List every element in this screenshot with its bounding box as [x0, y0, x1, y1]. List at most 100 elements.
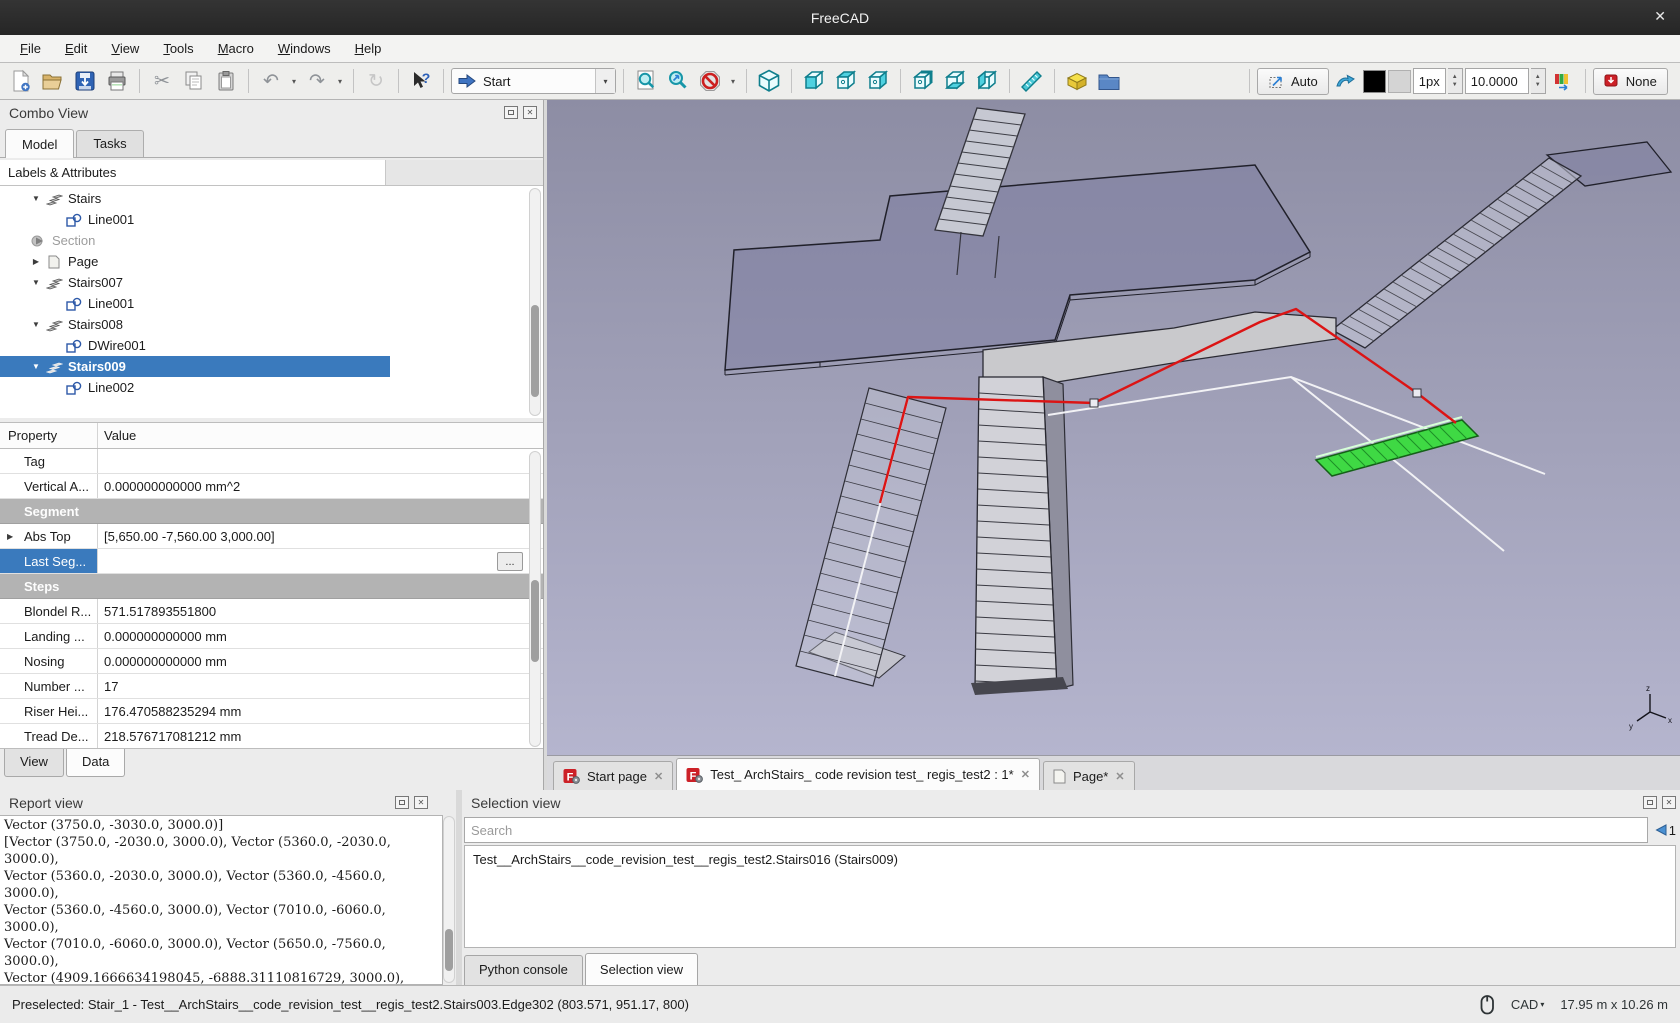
- property-scrollbar[interactable]: [529, 451, 541, 747]
- tree-item-line001b[interactable]: Line001: [0, 293, 390, 314]
- property-row-last-segment[interactable]: Last Seg......: [0, 549, 543, 574]
- menu-help[interactable]: Help: [343, 37, 394, 60]
- window-close-icon[interactable]: ✕: [1654, 8, 1666, 25]
- view-left-button[interactable]: [972, 67, 1002, 96]
- menu-windows[interactable]: Windows: [266, 37, 343, 60]
- line-width-spinner[interactable]: ▲ ▼: [1447, 68, 1463, 94]
- tab-selection-view[interactable]: Selection view: [584, 953, 699, 985]
- property-scrollbar-thumb[interactable]: [531, 580, 539, 662]
- working-plane-auto-button[interactable]: Auto: [1257, 67, 1329, 95]
- property-row-riser-height[interactable]: Riser Hei... 176.470588235294 mm: [0, 699, 543, 724]
- expander-icon[interactable]: ▶: [28, 257, 44, 266]
- navigation-style-dropdown[interactable]: CAD ▾: [1511, 997, 1544, 1012]
- float-panel-icon[interactable]: [395, 796, 409, 809]
- expander-icon[interactable]: ▼: [28, 194, 44, 203]
- float-panel-icon[interactable]: [504, 106, 518, 119]
- draw-style-dropdown[interactable]: ▾: [727, 77, 739, 86]
- tree-item-line001[interactable]: Line001: [0, 209, 390, 230]
- spin-down-icon[interactable]: ▼: [1452, 81, 1458, 89]
- tab-view[interactable]: View: [4, 749, 64, 777]
- tree-item-page[interactable]: ▶ Page: [0, 251, 390, 272]
- menu-tools[interactable]: Tools: [151, 37, 205, 60]
- model-tree[interactable]: ▼ Stairs Line001 Section ▶ Page ▼ Stairs007…: [0, 186, 543, 418]
- property-row-tag[interactable]: Tag: [0, 449, 543, 474]
- tree-item-line002[interactable]: Line002: [0, 377, 390, 398]
- property-row-abs-top[interactable]: ▶ Abs Top [5,650.00 -7,560.00 3,000.00]: [0, 524, 543, 549]
- property-row-number[interactable]: Number ... 17: [0, 674, 543, 699]
- view-right-button[interactable]: [863, 67, 893, 96]
- arch-component-button[interactable]: [1062, 67, 1092, 96]
- group-folder-button[interactable]: [1094, 67, 1124, 96]
- redo-dropdown[interactable]: ▾: [334, 77, 346, 86]
- global-scale-spinner[interactable]: ▲ ▼: [1530, 68, 1546, 94]
- tree-scrollbar-thumb[interactable]: [531, 305, 539, 397]
- pick-counter[interactable]: 1: [1653, 823, 1676, 838]
- property-row-vertical-area[interactable]: Vertical A... 0.000000000000 mm^2: [0, 474, 543, 499]
- property-row-nosing[interactable]: Nosing 0.000000000000 mm: [0, 649, 543, 674]
- snap-toggle-button[interactable]: [1331, 67, 1361, 96]
- report-view-header[interactable]: Report view ✕: [0, 790, 456, 816]
- property-group-segment[interactable]: Segment: [0, 499, 543, 524]
- menu-edit[interactable]: Edit: [53, 37, 99, 60]
- spin-up-icon[interactable]: ▲: [1452, 73, 1458, 81]
- draw-style-button[interactable]: [695, 67, 725, 96]
- view-bottom-button[interactable]: [940, 67, 970, 96]
- menu-file[interactable]: File: [8, 37, 53, 60]
- tree-item-dwire001[interactable]: DWire001: [0, 335, 390, 356]
- property-row-landing[interactable]: Landing ... 0.000000000000 mm: [0, 624, 543, 649]
- report-scrollbar-thumb[interactable]: [445, 929, 453, 971]
- float-panel-icon[interactable]: [1643, 796, 1657, 809]
- doc-tab-page[interactable]: Page* ✕: [1042, 761, 1135, 790]
- undo-button[interactable]: ↶: [256, 67, 286, 96]
- report-log[interactable]: Vector (3750.0, -3030.0, 3000.0)] [Vecto…: [0, 815, 443, 985]
- central-staircase[interactable]: [971, 376, 1074, 695]
- apply-style-button[interactable]: [1548, 67, 1578, 96]
- property-row-blondel[interactable]: Blondel R... 571.517893551800: [0, 599, 543, 624]
- spin-down-icon[interactable]: ▼: [1535, 81, 1541, 89]
- selection-list-item[interactable]: Test__ArchStairs__code_revision_test__re…: [473, 852, 1667, 867]
- tree-item-stairs[interactable]: ▼ Stairs: [0, 188, 390, 209]
- expander-icon[interactable]: ▼: [28, 278, 44, 287]
- redo-button[interactable]: ↷: [302, 67, 332, 96]
- selection-list[interactable]: Test__ArchStairs__code_revision_test__re…: [464, 845, 1676, 948]
- whats-this-button[interactable]: ?: [406, 67, 436, 96]
- property-group-steps[interactable]: Steps: [0, 574, 543, 599]
- new-document-button[interactable]: [6, 67, 36, 96]
- tree-item-stairs007[interactable]: ▼ Stairs007: [0, 272, 390, 293]
- face-color-swatch[interactable]: [1387, 69, 1411, 93]
- autogroup-none-button[interactable]: None: [1592, 67, 1668, 95]
- save-button[interactable]: [70, 67, 100, 96]
- expander-icon[interactable]: ▼: [28, 362, 44, 371]
- window-titlebar[interactable]: FreeCAD ✕: [0, 0, 1680, 35]
- paste-button[interactable]: [211, 67, 241, 96]
- open-button[interactable]: [38, 67, 68, 96]
- tree-item-stairs009-selected[interactable]: ▼ Stairs009: [0, 356, 390, 377]
- view-front-button[interactable]: [799, 67, 829, 96]
- workbench-dropdown-icon[interactable]: ▾: [595, 69, 615, 93]
- selection-search-input[interactable]: [464, 817, 1648, 843]
- expander-icon[interactable]: ▼: [28, 320, 44, 329]
- menu-view[interactable]: View: [99, 37, 151, 60]
- close-tab-icon[interactable]: ✕: [1021, 768, 1030, 781]
- property-row-tread-depth[interactable]: Tread De... 218.576717081212 mm: [0, 724, 543, 749]
- tab-tasks[interactable]: Tasks: [76, 130, 144, 157]
- tab-model[interactable]: Model: [5, 129, 75, 158]
- tree-scrollbar[interactable]: [529, 188, 541, 416]
- close-panel-icon[interactable]: ✕: [523, 106, 537, 119]
- zoom-selection-button[interactable]: [663, 67, 693, 96]
- view-isometric-button[interactable]: [754, 67, 784, 96]
- fit-all-button[interactable]: [631, 67, 661, 96]
- expander-icon[interactable]: ▶: [7, 532, 13, 541]
- tab-python-console[interactable]: Python console: [464, 955, 583, 985]
- menu-macro[interactable]: Macro: [206, 37, 266, 60]
- line-width-field[interactable]: 1px: [1412, 68, 1446, 94]
- line-color-swatch[interactable]: [1362, 69, 1386, 93]
- report-scrollbar[interactable]: [443, 816, 455, 983]
- close-panel-icon[interactable]: ✕: [414, 796, 428, 809]
- selection-view-header[interactable]: Selection view ✕: [462, 790, 1680, 816]
- 3d-scene[interactable]: z x y: [547, 100, 1680, 755]
- undo-dropdown[interactable]: ▾: [288, 77, 300, 86]
- cut-button[interactable]: ✂: [147, 67, 177, 96]
- doc-tab-start-page[interactable]: F Start page ✕: [553, 761, 674, 790]
- vertex-marker[interactable]: [1412, 388, 1422, 398]
